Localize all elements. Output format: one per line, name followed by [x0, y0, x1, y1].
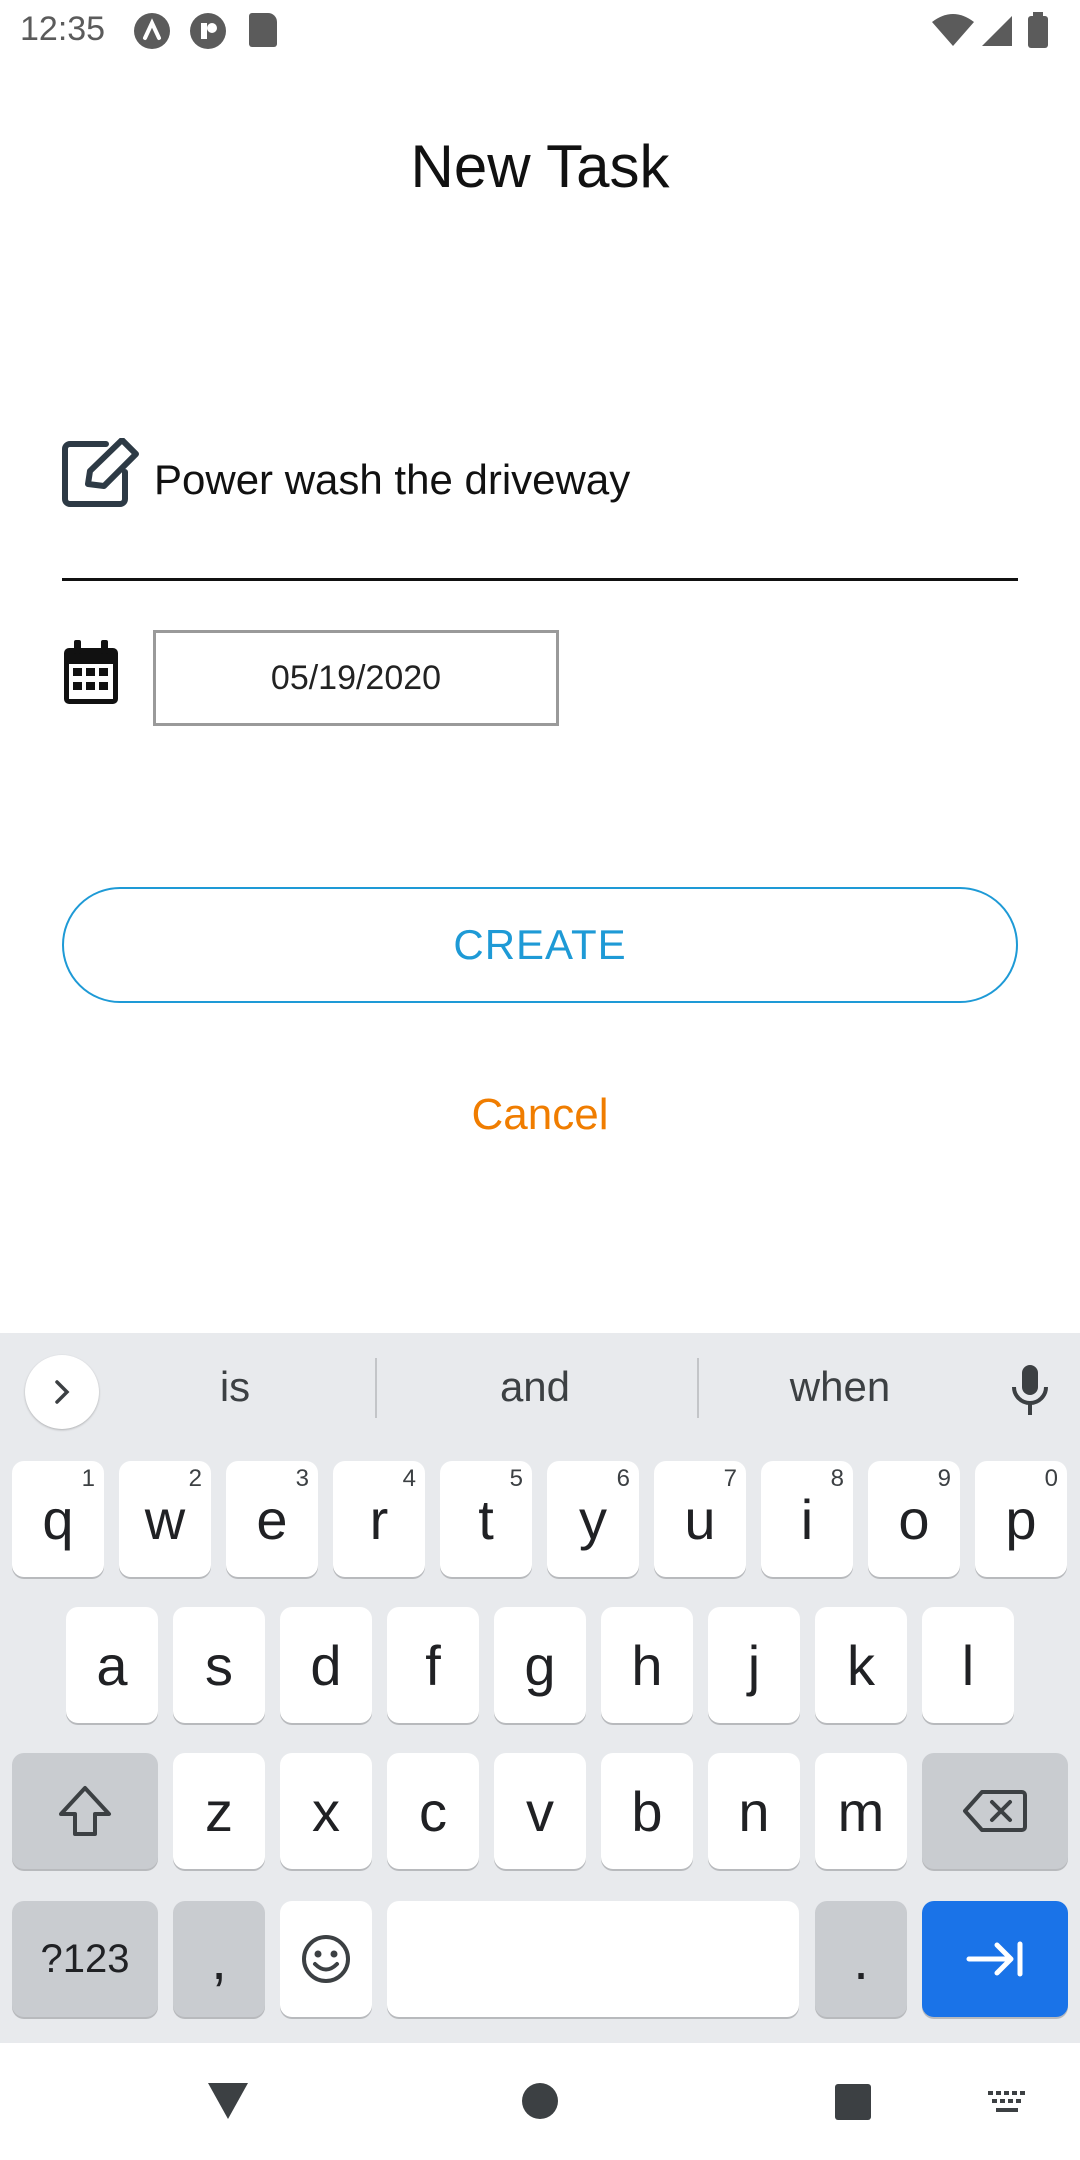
key-b[interactable]: b: [601, 1753, 693, 1869]
task-name-input[interactable]: [154, 456, 1004, 504]
key-z[interactable]: z: [173, 1753, 265, 1869]
key-label: w: [144, 1487, 186, 1551]
chevron-right-icon: [55, 1380, 70, 1404]
shift-key[interactable]: [12, 1753, 158, 1869]
key-n[interactable]: n: [708, 1753, 800, 1869]
key-label: q: [42, 1487, 74, 1551]
back-icon[interactable]: [206, 2081, 250, 2121]
key-label: u: [684, 1487, 716, 1551]
key-i[interactable]: i8: [761, 1461, 853, 1577]
system-status-icons: [932, 12, 1048, 48]
symbols-key[interactable]: ?123: [12, 1901, 158, 2017]
suggestion-2[interactable]: and: [430, 1363, 640, 1411]
calendar-icon[interactable]: [62, 640, 120, 711]
suggestion-divider: [697, 1358, 699, 1418]
keyboard-switch-icon[interactable]: [988, 2091, 1028, 2115]
key-o[interactable]: o9: [868, 1461, 960, 1577]
suggestions-expand-button[interactable]: [25, 1355, 99, 1429]
key-q[interactable]: q1: [12, 1461, 104, 1577]
key-l[interactable]: l: [922, 1607, 1014, 1723]
key-s[interactable]: s: [173, 1607, 265, 1723]
soft-keyboard: is and when q1 w2 e3 r4 t5 y6 u7 i8 o9 p…: [0, 1333, 1080, 2043]
suggestion-3[interactable]: when: [740, 1363, 940, 1411]
key-g[interactable]: g: [494, 1607, 586, 1723]
key-j[interactable]: j: [708, 1607, 800, 1723]
key-hint: 7: [723, 1465, 737, 1492]
page-title: New Task: [410, 133, 670, 200]
key-label: p: [1005, 1487, 1037, 1551]
key-y[interactable]: y6: [547, 1461, 639, 1577]
key-hint: 8: [830, 1465, 844, 1492]
key-m[interactable]: m: [815, 1753, 907, 1869]
key-h[interactable]: h: [601, 1607, 693, 1723]
key-f[interactable]: f: [387, 1607, 479, 1723]
key-t[interactable]: t5: [440, 1461, 532, 1577]
wifi-icon: [932, 14, 974, 46]
key-hint: 4: [402, 1465, 416, 1492]
key-hint: 2: [188, 1465, 202, 1492]
recents-icon[interactable]: [834, 2083, 872, 2121]
status-bar: 12:35: [0, 0, 1080, 62]
key-a[interactable]: a: [66, 1607, 158, 1723]
key-hint: 6: [616, 1465, 630, 1492]
key-label: t: [478, 1487, 494, 1551]
key-d[interactable]: d: [280, 1607, 372, 1723]
backspace-icon: [963, 1790, 1027, 1832]
space-key[interactable]: [387, 1901, 799, 2017]
period-key[interactable]: .: [815, 1901, 907, 2017]
cancel-button[interactable]: Cancel: [0, 1090, 1080, 1140]
comma-key[interactable]: ,: [173, 1901, 265, 2017]
key-v[interactable]: v: [494, 1753, 586, 1869]
key-e[interactable]: e3: [226, 1461, 318, 1577]
key-label: o: [898, 1487, 930, 1551]
create-button[interactable]: CREATE: [62, 887, 1018, 1003]
navigation-bar: [0, 2043, 1080, 2160]
suggestion-1[interactable]: is: [160, 1363, 310, 1411]
emoji-key[interactable]: [280, 1901, 372, 2017]
shift-icon: [59, 1786, 111, 1836]
battery-icon: [1028, 16, 1048, 48]
sd-card-icon: [249, 13, 277, 47]
key-hint: 9: [937, 1465, 951, 1492]
key-x[interactable]: x: [280, 1753, 372, 1869]
notification-app-icon-2: [190, 13, 226, 49]
key-k[interactable]: k: [815, 1607, 907, 1723]
key-hint: 0: [1044, 1465, 1058, 1492]
status-time: 12:35: [20, 10, 106, 48]
notification-app-icon: [134, 13, 170, 49]
key-hint: 5: [509, 1465, 523, 1492]
key-hint: 1: [81, 1465, 95, 1492]
tab-next-icon: [966, 1941, 1023, 1977]
edit-icon: [62, 437, 142, 513]
key-hint: 3: [295, 1465, 309, 1492]
cellular-signal-icon: [982, 16, 1012, 46]
key-label: i: [800, 1487, 814, 1551]
home-icon[interactable]: [520, 2081, 560, 2121]
key-label: y: [579, 1487, 607, 1551]
date-field[interactable]: 05/19/2020: [153, 630, 559, 726]
key-c[interactable]: c: [387, 1753, 479, 1869]
key-u[interactable]: u7: [654, 1461, 746, 1577]
next-key[interactable]: [922, 1901, 1068, 2017]
emoji-icon: [302, 1935, 350, 1983]
microphone-icon[interactable]: [1010, 1365, 1050, 1422]
task-name-row: [62, 437, 1018, 586]
key-label: r: [369, 1487, 389, 1551]
backspace-key[interactable]: [922, 1753, 1068, 1869]
key-p[interactable]: p0: [975, 1461, 1067, 1577]
task-input-underline: [62, 578, 1018, 581]
suggestion-divider: [375, 1358, 377, 1418]
key-r[interactable]: r4: [333, 1461, 425, 1577]
key-w[interactable]: w2: [119, 1461, 211, 1577]
key-label: e: [256, 1487, 288, 1551]
